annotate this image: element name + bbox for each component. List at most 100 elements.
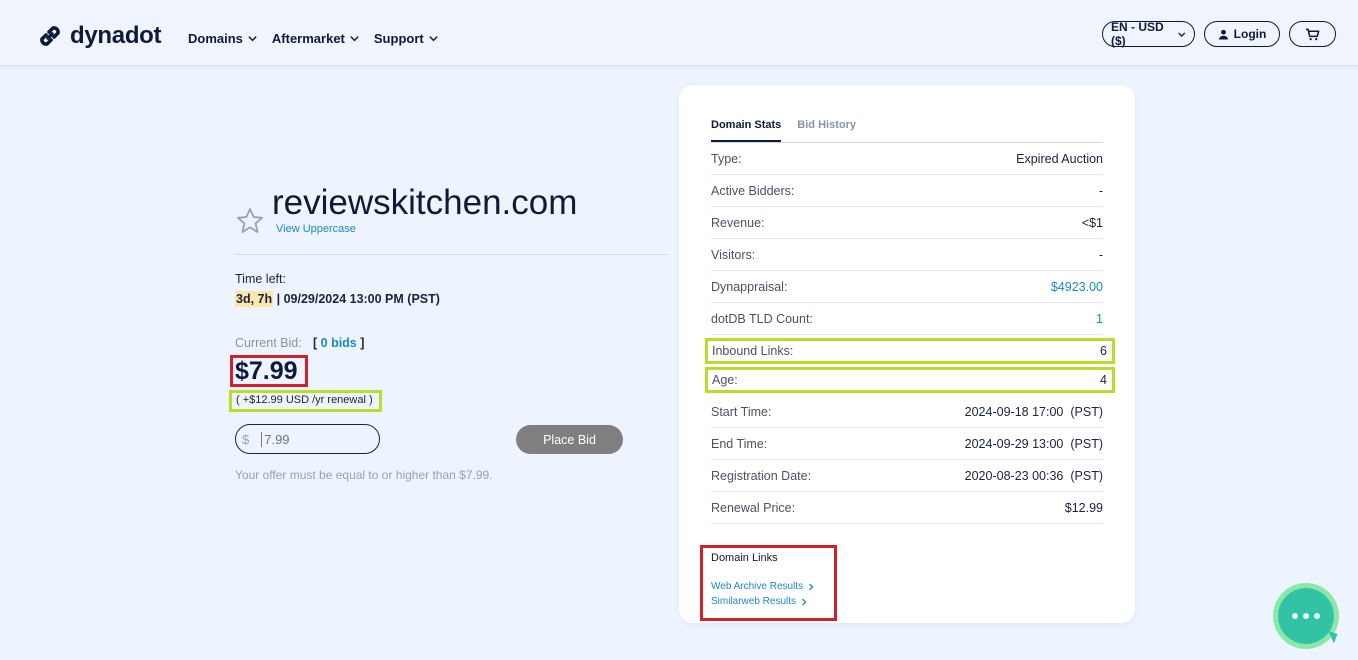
stat-value: 2020-08-23 00:36 (PST) xyxy=(965,469,1103,483)
brand-name: dynadot xyxy=(70,22,162,49)
stat-timezone: (PST) xyxy=(1070,436,1103,451)
domain-links-title: Domain Links xyxy=(711,552,778,564)
nav-domains[interactable]: Domains xyxy=(188,31,258,46)
tab-domain-stats[interactable]: Domain Stats xyxy=(711,119,782,142)
stat-datetime: 2024-09-18 17:00 xyxy=(964,404,1064,419)
stat-row-dotdb-tld-count: dotDB TLD Count: 1 xyxy=(711,303,1103,335)
live-chat-button[interactable] xyxy=(1273,583,1339,649)
stat-label: Dynappraisal: xyxy=(711,279,788,294)
language-currency-select[interactable]: EN - USD ($) xyxy=(1102,20,1195,48)
dotdb-count-link[interactable]: 1 xyxy=(1096,312,1103,326)
bid-count-close: ] xyxy=(356,336,365,350)
header-actions: EN - USD ($) Login xyxy=(1102,20,1336,48)
stat-row-start-time: Start Time: 2024-09-18 17:00 (PST) xyxy=(711,396,1103,428)
bid-count-link[interactable]: 0 bids xyxy=(321,336,357,350)
chevron-down-icon xyxy=(248,36,257,42)
stat-label: Visitors: xyxy=(711,247,756,262)
favorite-star-icon[interactable] xyxy=(235,206,265,236)
chevron-right-icon xyxy=(802,598,807,605)
bid-amount-input[interactable] xyxy=(261,431,362,447)
stat-value: - xyxy=(1098,183,1103,198)
chat-dot xyxy=(1314,613,1320,619)
current-bid-label: Current Bid: xyxy=(235,336,302,350)
stat-label: Start Time: xyxy=(711,404,772,419)
top-header: dynadot Domains Aftermarket Support EN -… xyxy=(0,0,1358,66)
main-nav: Domains Aftermarket Support xyxy=(188,31,439,46)
chat-bubble-icon xyxy=(1278,588,1338,644)
stat-label: End Time: xyxy=(711,436,768,451)
view-uppercase-link[interactable]: View Uppercase xyxy=(276,223,356,235)
domain-stats-card: Domain Stats Bid History Type: Expired A… xyxy=(679,85,1135,623)
stat-datetime: 2024-09-29 13:00 xyxy=(964,436,1064,451)
stat-label: Renewal Price: xyxy=(711,500,796,515)
stats-tabs: Domain Stats Bid History xyxy=(711,119,1103,143)
stat-label: dotDB TLD Count: xyxy=(711,311,813,326)
stats-table: Type: Expired Auction Active Bidders: - … xyxy=(705,143,1115,524)
chevron-down-icon xyxy=(1177,31,1185,37)
time-left-label: Time left: xyxy=(235,272,286,286)
brand-logo[interactable]: dynadot xyxy=(36,22,162,50)
web-archive-link[interactable]: Web Archive Results xyxy=(711,581,815,592)
cart-icon xyxy=(1306,28,1320,40)
time-left-short: 3d, 7h xyxy=(235,291,274,307)
stat-value: $12.99 xyxy=(1064,500,1103,515)
stat-row-age: Age: 4 xyxy=(705,367,1115,393)
stat-value: 4 xyxy=(1100,373,1107,387)
login-button[interactable]: Login xyxy=(1204,21,1280,47)
offer-minimum-note: Your offer must be equal to or higher th… xyxy=(235,468,493,482)
renewal-price-note: ( +$12.99 USD /yr renewal ) xyxy=(236,394,373,406)
stat-label: Age: xyxy=(712,373,738,387)
stat-row-type: Type: Expired Auction xyxy=(711,143,1103,175)
nav-aftermarket[interactable]: Aftermarket xyxy=(272,31,360,46)
tab-bid-history[interactable]: Bid History xyxy=(797,119,856,142)
stat-row-visitors: Visitors: - xyxy=(711,239,1103,271)
stat-row-inbound-links: Inbound Links: 6 xyxy=(705,338,1115,364)
bid-count: [ 0 bids ] xyxy=(313,336,364,350)
stat-timezone: (PST) xyxy=(1070,404,1103,419)
stat-value: 2024-09-29 13:00 (PST) xyxy=(965,437,1103,451)
similarweb-link[interactable]: Similarweb Results xyxy=(711,596,808,607)
domain-name: reviewskitchen.com xyxy=(272,183,578,222)
place-bid-button[interactable]: Place Bid xyxy=(516,425,623,454)
nav-support-label: Support xyxy=(373,31,424,46)
chat-dot xyxy=(1303,613,1309,619)
chat-tail xyxy=(1324,630,1338,644)
currency-symbol: $ xyxy=(242,431,250,447)
stat-value: - xyxy=(1098,247,1103,262)
stat-value: <$1 xyxy=(1081,215,1103,230)
divider xyxy=(235,254,668,255)
user-icon xyxy=(1218,29,1228,40)
stat-label: Revenue: xyxy=(711,215,765,230)
bid-count-open: [ xyxy=(313,336,321,350)
chevron-right-icon xyxy=(809,583,814,590)
stat-value: 2024-09-18 17:00 (PST) xyxy=(965,405,1103,419)
bid-amount-field[interactable]: $ xyxy=(235,424,380,454)
stat-label: Type: xyxy=(711,151,742,166)
stat-value: Expired Auction xyxy=(1016,151,1103,166)
stat-label: Inbound Links: xyxy=(712,344,794,358)
web-archive-label: Web Archive Results xyxy=(711,581,804,592)
cart-button[interactable] xyxy=(1289,21,1336,47)
chat-dot xyxy=(1292,613,1298,619)
stat-row-dynappraisal: Dynappraisal: $4923.00 xyxy=(711,271,1103,303)
login-label: Login xyxy=(1233,27,1267,41)
nav-domains-label: Domains xyxy=(188,31,243,46)
stat-timezone: (PST) xyxy=(1070,468,1103,483)
nav-support[interactable]: Support xyxy=(374,31,439,46)
current-price: $7.99 xyxy=(235,357,298,385)
dynappraisal-link[interactable]: $4923.00 xyxy=(1051,280,1103,294)
chevron-down-icon xyxy=(429,36,438,42)
language-currency-label: EN - USD ($) xyxy=(1111,20,1164,48)
stat-label: Registration Date: xyxy=(711,468,812,483)
stat-row-renewal-price: Renewal Price: $12.99 xyxy=(711,492,1103,524)
stat-row-revenue: Revenue: <$1 xyxy=(711,207,1103,239)
stat-row-registration-date: Registration Date: 2020-08-23 00:36 (PST) xyxy=(711,460,1103,492)
stat-row-end-time: End Time: 2024-09-29 13:00 (PST) xyxy=(711,428,1103,460)
similarweb-label: Similarweb Results xyxy=(711,596,797,607)
stat-label: Active Bidders: xyxy=(711,183,795,198)
chevron-down-icon xyxy=(350,36,359,42)
stat-value: 6 xyxy=(1100,344,1107,358)
nav-aftermarket-label: Aftermarket xyxy=(271,31,345,46)
stat-row-active-bidders: Active Bidders: - xyxy=(711,175,1103,207)
stat-datetime: 2020-08-23 00:36 xyxy=(964,468,1064,483)
